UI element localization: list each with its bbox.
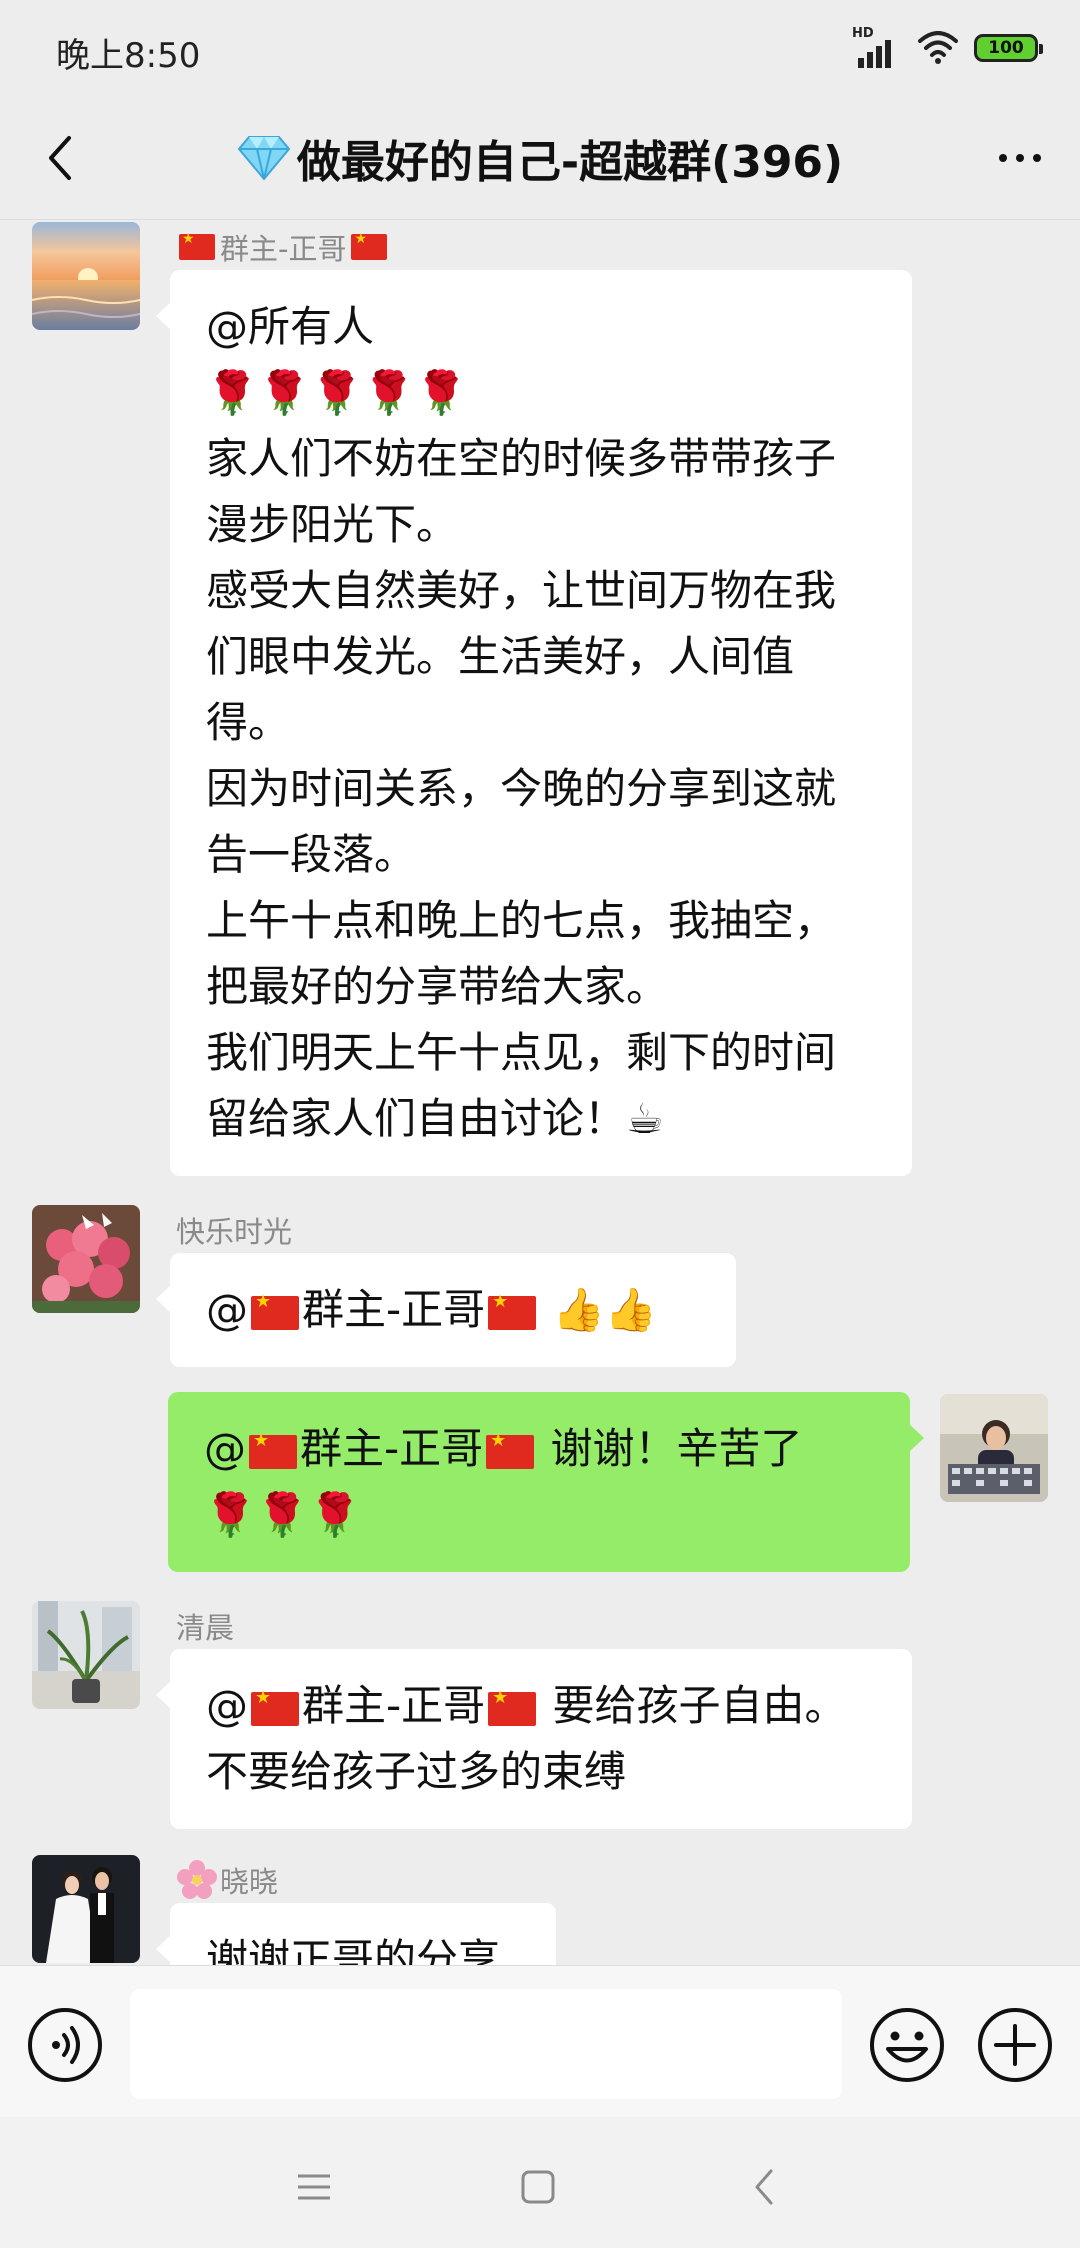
- message-line: 得。: [206, 698, 291, 747]
- emoji-icon[interactable]: [868, 2006, 946, 2084]
- chat-title: 做最好的自己-超越群(396): [120, 126, 960, 190]
- message-bubble[interactable]: @群主-正哥 👍👍: [156, 1253, 736, 1367]
- message-line: @群主-正哥 👍👍: [206, 1277, 702, 1343]
- mention-name: 群主-正哥: [300, 1424, 484, 1473]
- mention-name: 群主-正哥: [302, 1681, 486, 1730]
- back-icon: [755, 2169, 773, 2205]
- message-line: 把最好的分享带给大家。: [206, 962, 669, 1011]
- message-line: 谢谢正哥的分享: [206, 1935, 501, 1965]
- china-flag-icon: [486, 1432, 535, 1469]
- system-nav-bar: [0, 2117, 1080, 2248]
- diamond-icon: [237, 136, 291, 181]
- home-icon: [521, 2170, 555, 2204]
- message-line: 🌹🌹🌹: [204, 1490, 361, 1539]
- china-flag-icon: [488, 1293, 537, 1330]
- chat-header: 做最好的自己-超越群(396): [0, 96, 1080, 220]
- child-photo-avatar[interactable]: [940, 1394, 1048, 1502]
- status-icons: HD 100: [852, 26, 1043, 70]
- sender-name: 清晨: [176, 1611, 235, 1645]
- message-item: 群主-正哥 @所有人 🌹🌹🌹🌹🌹 家人们不妨在空的时候多带带孩子 漫步阳光下。 …: [0, 220, 1080, 1180]
- battery-level: 100: [988, 37, 1024, 58]
- sender-name: 群主-正哥: [176, 226, 390, 268]
- voice-icon[interactable]: [26, 2006, 104, 2084]
- sender-name: 晓晓: [176, 1859, 278, 1901]
- plant-avatar[interactable]: [32, 1601, 140, 1709]
- message-text: 👍👍: [552, 1285, 658, 1334]
- message-line: 我们明天上午十点见，剩下的时间: [206, 1028, 837, 1077]
- message-line: 告一段落。: [206, 830, 417, 879]
- message-line: 漫步阳光下。: [206, 500, 459, 549]
- signal-icon: HD: [852, 26, 902, 68]
- more-button[interactable]: [988, 128, 1052, 188]
- pink-flowers-avatar[interactable]: [32, 1205, 140, 1313]
- sender-name: 快乐时光: [176, 1215, 293, 1249]
- status-time: 晚上8:50: [56, 36, 201, 76]
- message-item: 快乐时光 @群主-正哥 👍👍: [0, 1203, 1080, 1367]
- message-item: 清晨 @群主-正哥 要给孩子自由。 不要给孩子过多的束缚: [0, 1599, 1080, 1829]
- menu-button[interactable]: [284, 2157, 344, 2217]
- china-flag-icon: [251, 1689, 299, 1726]
- message-line: @群主-正哥 谢谢！辛苦了: [204, 1416, 876, 1482]
- message-bubble[interactable]: @所有人 🌹🌹🌹🌹🌹 家人们不妨在空的时候多带带孩子 漫步阳光下。 感受大自然美…: [156, 270, 912, 1176]
- chevron-left-icon: [49, 136, 71, 180]
- flower-icon: [177, 1860, 217, 1899]
- nav-back-button[interactable]: [734, 2157, 794, 2217]
- china-flag-icon: [251, 1293, 299, 1330]
- message-line: @所有人: [206, 302, 375, 351]
- china-flag-icon: [351, 232, 388, 260]
- message-item: @群主-正哥 谢谢！辛苦了 🌹🌹🌹: [0, 1392, 1080, 1572]
- message-line: @群主-正哥 要给孩子自由。: [206, 1673, 878, 1739]
- battery-icon: 100: [974, 34, 1043, 62]
- input-bar: [0, 1965, 1080, 2117]
- china-flag-icon: [179, 232, 215, 260]
- message-line: 因为时间关系，今晚的分享到这就: [206, 764, 837, 813]
- china-flag-icon: [488, 1689, 537, 1726]
- china-flag-icon: [249, 1432, 297, 1469]
- message-text: 谢谢！辛苦了: [550, 1424, 803, 1473]
- message-line: 们眼中发光。生活美好，人间值: [206, 632, 795, 681]
- plus-icon[interactable]: [976, 2006, 1054, 2084]
- message-line: 感受大自然美好，让世间万物在我: [206, 566, 837, 615]
- message-line: 家人们不妨在空的时候多带带孩子: [206, 434, 837, 483]
- back-button[interactable]: [30, 128, 90, 188]
- wifi-icon: [918, 31, 958, 64]
- message-bubble[interactable]: @群主-正哥 谢谢！辛苦了 🌹🌹🌹: [168, 1392, 924, 1572]
- message-bubble[interactable]: @群主-正哥 要给孩子自由。 不要给孩子过多的束缚: [156, 1649, 912, 1829]
- message-line: 留给家人们自由讨论！☕: [206, 1094, 664, 1143]
- message-text: 要给孩子自由。: [552, 1681, 847, 1730]
- signal-hd-label: HD: [852, 26, 874, 41]
- menu-icon: [298, 2174, 330, 2200]
- home-button[interactable]: [508, 2157, 568, 2217]
- message-bubble[interactable]: 谢谢正哥的分享: [156, 1903, 556, 1965]
- message-input[interactable]: [130, 1989, 842, 2099]
- message-item: 晓晓 谢谢正哥的分享: [0, 1853, 1080, 1965]
- wedding-photo-avatar[interactable]: [32, 1855, 140, 1963]
- status-bar: 晚上8:50 HD 100: [0, 0, 1080, 96]
- sunset-sea-avatar[interactable]: [32, 222, 140, 330]
- mention-name: 群主-正哥: [302, 1285, 486, 1334]
- message-line: 不要给孩子过多的束缚: [206, 1747, 627, 1796]
- chat-title-text: 做最好的自己-超越群(396): [296, 137, 844, 188]
- message-line: 🌹🌹🌹🌹🌹: [206, 368, 468, 417]
- message-line: 上午十点和晚上的七点，我抽空，: [206, 896, 837, 945]
- message-list[interactable]: 群主-正哥 @所有人 🌹🌹🌹🌹🌹 家人们不妨在空的时候多带带孩子 漫步阳光下。 …: [0, 220, 1080, 1965]
